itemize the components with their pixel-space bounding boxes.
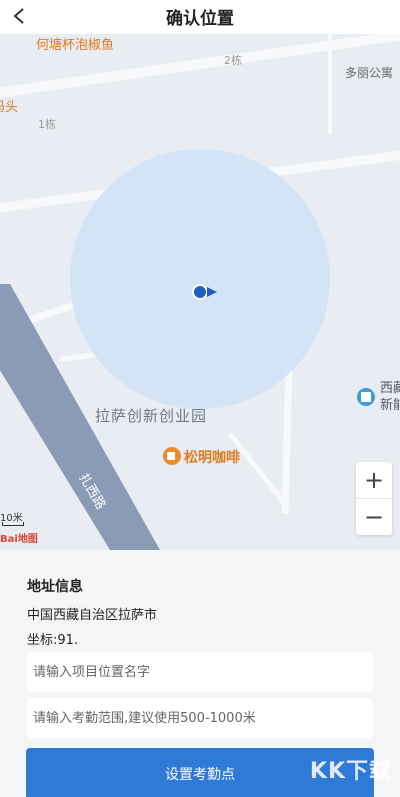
map-label-building-2: 2栋 [224,54,242,67]
cafe-icon [163,447,181,465]
map-label-restaurant: 何塘杯泡椒鱼 [36,38,115,53]
map-canvas [0,34,400,550]
map-label-side-2: 新能 [380,398,400,413]
project-name-input[interactable] [27,652,373,692]
watermark: KK下载 [309,759,392,784]
attendance-range-input[interactable] [27,698,373,738]
zoom-control: + − [356,462,392,535]
map-label-cafe: 松明咖啡 [184,450,240,466]
map-view[interactable]: 何塘杯泡椒鱼 码头 2栋 1栋 多丽公寓 拉萨创新创业园 松明咖啡 扎西路 西藏… [0,34,400,550]
baidu-logo: Bai地图 [0,534,38,545]
coordinate-text: 坐标:91. [27,633,79,648]
building-poi-icon [357,388,375,406]
map-scale-bar [2,522,24,526]
top-bar: 确认位置 [0,0,400,34]
map-label-building-1: 1栋 [38,118,56,131]
zoom-in-button[interactable]: + [356,462,392,498]
map-label-dock: 码头 [0,100,19,115]
zoom-out-button[interactable]: − [356,499,392,535]
set-attendance-point-label: 设置考勤点 [165,767,235,783]
map-label-apartment: 多丽公寓 [345,66,394,80]
map-label-park: 拉萨创新创业园 [95,407,208,425]
page-title: 确认位置 [166,9,234,29]
address-panel: 地址信息 中国西藏自治区拉萨市 坐标:91. 设置考勤点 KK下载 [0,550,400,797]
range-circle [70,149,330,409]
address-text: 中国西藏自治区拉萨市 [27,608,158,623]
section-title: 地址信息 [27,579,83,595]
